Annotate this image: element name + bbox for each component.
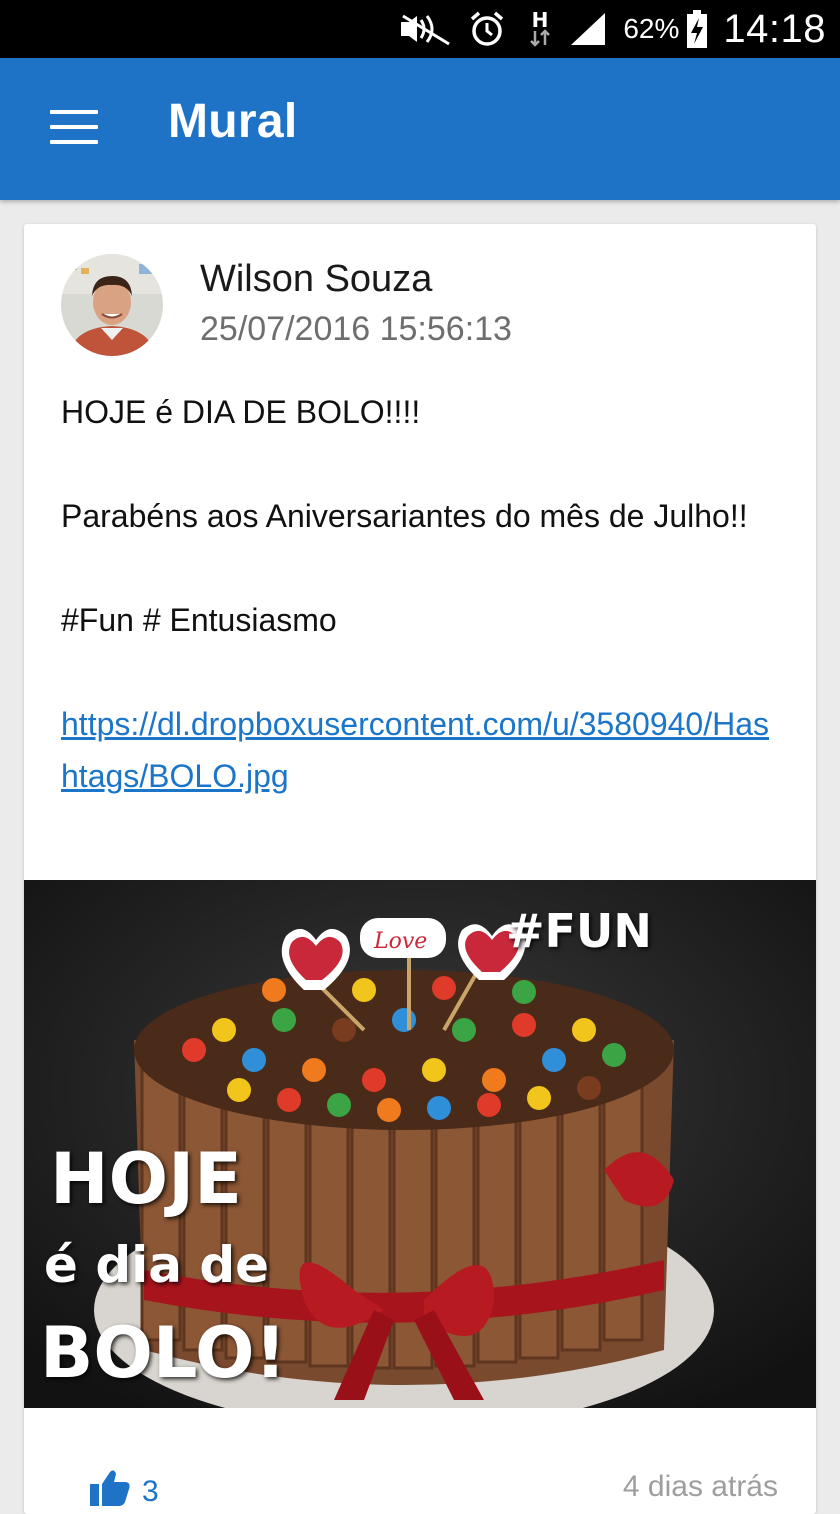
post-image[interactable]: Love #FUN HOJE é dia de BOLO! [24,880,816,1408]
mute-icon [397,12,453,46]
post-blank [61,438,781,490]
post-time-ago: 4 dias atrás [622,1470,778,1503]
clock: 14:18 [723,6,826,51]
hamburger-menu-icon[interactable] [50,106,98,148]
image-overlay-dia: é dia de [44,1236,270,1294]
status-bar: H 62% 14:18 [0,0,840,58]
battery-percent: 62% [623,13,680,44]
post-footer: 3 4 dias atrás [24,1408,816,1514]
image-overlay-fun: #FUN [506,904,652,958]
post-date: 25/07/2016 15:56:13 [200,310,512,348]
post-blank [61,646,781,698]
alarm-icon [469,11,505,47]
svg-text:Love: Love [373,929,427,954]
battery-charging-icon [685,9,709,49]
avatar[interactable] [61,254,163,356]
post-blank [61,542,781,594]
author-name[interactable]: Wilson Souza [200,258,432,301]
post-link[interactable]: https://dl.dropboxusercontent.com/u/3580… [61,706,769,794]
thumbs-up-icon [88,1468,132,1514]
image-overlay-bolo: BOLO! [40,1312,287,1394]
app-bar: Mural [0,58,840,200]
signal-icon [569,11,607,47]
like-button[interactable]: 3 [88,1468,159,1514]
post-body: HOJE é DIA DE BOLO!!!! Parabéns aos Aniv… [61,386,781,802]
page-title: Mural [168,95,298,148]
svg-text:H: H [532,9,549,32]
image-overlay-hoje: HOJE [50,1138,242,1220]
post-text-line: HOJE é DIA DE BOLO!!!! [61,394,421,430]
post-card: Wilson Souza 25/07/2016 15:56:13 HOJE é … [24,224,816,1514]
network-h-icon: H [527,9,553,49]
like-count: 3 [142,1475,159,1508]
post-text-line: Parabéns aos Aniversariantes do mês de J… [61,498,748,534]
post-text-line: #Fun # Entusiasmo [61,602,337,638]
